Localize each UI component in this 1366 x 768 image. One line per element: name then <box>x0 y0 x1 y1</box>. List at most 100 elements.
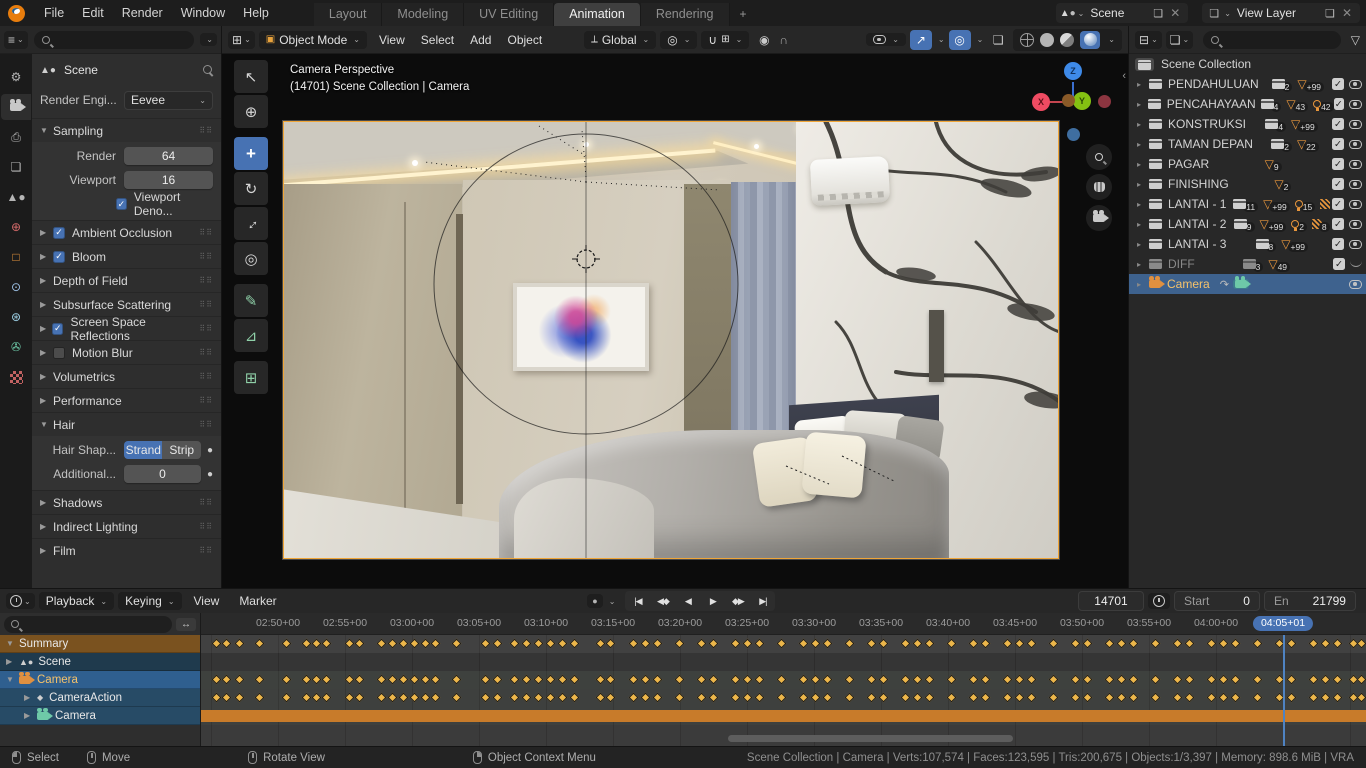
unlink-scene-icon[interactable]: ✕ <box>1166 6 1184 20</box>
panel-film[interactable]: ▶ Film ⠿⠿ <box>32 538 221 562</box>
eye-open-icon[interactable] <box>1348 219 1362 229</box>
pin-icon[interactable] <box>203 65 213 75</box>
playhead-line[interactable] <box>1283 635 1285 746</box>
disclosure-arrow-icon[interactable]: ▸ <box>1137 200 1147 209</box>
workspace-tab-rendering[interactable]: Rendering <box>640 3 730 26</box>
tool-scale[interactable]: ↔ <box>234 207 268 240</box>
exclude-checkbox[interactable]: ✓ <box>1333 98 1344 110</box>
channel-arrow-icon[interactable]: ▼ <box>6 675 19 684</box>
use-preview-range-button[interactable] <box>1147 593 1170 609</box>
tool-annotate[interactable]: ✎ <box>234 284 268 317</box>
playback-menu[interactable]: Playback ⌄ <box>38 592 115 610</box>
properties-tab-render[interactable] <box>1 94 31 120</box>
panel-bloom[interactable]: ▶ ✓ Bloom ⠿⠿ <box>32 244 221 268</box>
workspace-tab-animation[interactable]: Animation <box>554 3 641 26</box>
collection-label[interactable]: KONSTRUKSI <box>1168 117 1246 131</box>
shading-wireframe-button[interactable] <box>1020 32 1035 47</box>
disclosure-arrow-icon[interactable]: ▸ <box>1137 80 1147 89</box>
gizmo-axis-y-neg[interactable] <box>1062 94 1075 107</box>
exclude-checkbox[interactable]: ✓ <box>1332 158 1344 170</box>
panel-volumetrics[interactable]: ▶ Volumetrics ⠿⠿ <box>32 364 221 388</box>
properties-tab-object[interactable]: □ <box>1 244 31 270</box>
gizmo-axis-x-neg[interactable] <box>1098 95 1111 108</box>
tool-transform[interactable]: ◎ <box>234 242 268 275</box>
channel-search-input[interactable] <box>4 615 172 633</box>
disclosure-arrow-icon[interactable]: ▸ <box>1137 220 1147 229</box>
menu-render[interactable]: Render <box>113 6 172 20</box>
workspace-tab-layout[interactable]: Layout <box>313 3 383 26</box>
auto-key-button[interactable]: ● <box>587 594 603 608</box>
panel-motion-blur[interactable]: ▶ Motion Blur ⠿⠿ <box>32 340 221 364</box>
workspace-tab-modeling[interactable]: Modeling <box>382 3 465 26</box>
outliner-row[interactable]: ▸ PENCAHAYAAN 4 ▽ 43 42 ✓ <box>1129 94 1366 114</box>
expand-collapse-button[interactable]: ↔ <box>176 617 196 631</box>
outliner-row[interactable]: ▸ LANTAI - 3 8 ▽ +99 ✓ <box>1129 234 1366 254</box>
jump-first-button[interactable]: |◀ <box>625 591 650 611</box>
outliner-root-row[interactable]: Scene Collection <box>1129 54 1366 74</box>
editor-type-button[interactable]: ⌄ <box>6 593 35 609</box>
horizontal-scrollbar[interactable] <box>728 735 1013 742</box>
play-button[interactable]: ▶ <box>700 591 725 611</box>
tool-move[interactable]: + <box>234 137 268 170</box>
collection-label[interactable]: LANTAI - 1 <box>1168 197 1226 211</box>
outliner-row[interactable]: ▸ FINISHING ▽ 2 ✓ <box>1129 174 1366 194</box>
disclosure-arrow-icon[interactable]: ▸ <box>1137 100 1146 109</box>
channel-camera-object[interactable]: ▼ Camera <box>0 671 200 689</box>
marker-menu[interactable]: Marker <box>231 591 284 611</box>
exclude-checkbox[interactable]: ✓ <box>1332 138 1344 150</box>
disclosure-arrow-icon[interactable]: ▸ <box>1137 140 1147 149</box>
camera-view-button[interactable] <box>1086 205 1112 231</box>
eye-closed-icon[interactable] <box>1349 261 1362 267</box>
collection-label[interactable]: PAGAR <box>1168 157 1209 171</box>
zoom-button[interactable] <box>1086 144 1112 170</box>
outliner-filter-mode[interactable]: ❏ ⌄ <box>1165 30 1194 49</box>
disclosure-arrow-icon[interactable]: ▸ <box>1137 180 1147 189</box>
scene-selector[interactable]: ▲● ⌄ Scene ❏ ✕ <box>1055 3 1189 23</box>
current-frame-badge[interactable]: 04:05+01 <box>1252 616 1314 631</box>
properties-tab-object-data[interactable]: ✇ <box>1 334 31 360</box>
viewport-menu-object[interactable]: Object <box>499 30 550 50</box>
properties-tab-tool[interactable]: ⚙ <box>1 64 31 90</box>
properties-tab-constraints[interactable]: ⊙ <box>1 274 31 300</box>
tool-add-cube[interactable]: ⊞ <box>234 361 268 394</box>
tool-rotate[interactable]: ↻ <box>234 172 268 205</box>
menu-help[interactable]: Help <box>234 6 278 20</box>
viewport-menu-add[interactable]: Add <box>462 30 499 50</box>
viewport-canvas[interactable]: Camera Perspective (14701) Scene Collect… <box>222 54 1128 588</box>
exclude-checkbox[interactable]: ✓ <box>1331 78 1344 90</box>
tool-cursor[interactable]: ⊕ <box>234 95 268 128</box>
panel-indirect-lighting[interactable]: ▶ Indirect Lighting ⠿⠿ <box>32 514 221 538</box>
outliner-display-mode[interactable]: ⊟ ⌄ <box>1135 30 1162 49</box>
region-collapse-arrow[interactable]: ‹ <box>1122 70 1126 82</box>
properties-tab-texture[interactable] <box>1 364 31 390</box>
editor-type-button[interactable]: ≡ ⌄ <box>4 30 28 49</box>
shading-solid-button[interactable] <box>1040 32 1055 47</box>
panel-checkbox[interactable]: ✓ <box>52 322 64 335</box>
prev-keyframe-button[interactable]: ◀◆ <box>650 591 675 611</box>
view-layer-name[interactable]: View Layer <box>1231 6 1322 20</box>
exclude-checkbox[interactable]: ✓ <box>1332 118 1344 130</box>
panel-subsurface-scattering[interactable]: ▶ Subsurface Scattering ⠿⠿ <box>32 292 221 316</box>
collection-label[interactable]: PENDAHULUAN <box>1168 77 1259 91</box>
camera-data-icon[interactable] <box>1232 276 1251 289</box>
menu-file[interactable]: File <box>35 6 73 20</box>
properties-tab-output[interactable]: ⎙ <box>1 124 31 150</box>
shading-material-button[interactable] <box>1060 32 1075 47</box>
new-view-layer-icon[interactable]: ❏ <box>1322 7 1338 20</box>
keyframe-region[interactable]: 02:50+00 02:55+00 03:00+00 03:05+00 03:10+00… <box>200 613 1366 746</box>
outliner-row[interactable]: ▸ PENDAHULUAN 2 ▽ +99 ✓ <box>1129 74 1366 94</box>
hair-shape-strip[interactable]: Strip <box>162 441 201 459</box>
channel-scene[interactable]: ▶ ▲● Scene <box>0 653 200 671</box>
channel-arrow-icon[interactable]: ▼ <box>6 639 19 648</box>
add-workspace-button[interactable]: + <box>730 3 757 26</box>
panel-checkbox[interactable]: ✓ <box>53 250 65 263</box>
xray-toggle[interactable]: ❏ <box>987 30 1009 50</box>
eye-open-icon[interactable] <box>1348 239 1362 249</box>
remove-view-layer-icon[interactable]: ✕ <box>1338 6 1356 20</box>
frame-end-field[interactable]: En 21799 <box>1263 591 1356 611</box>
transform-orientation-dropdown[interactable]: ⟂ Global ⌄ <box>584 30 657 49</box>
panel-screen-space-reflections[interactable]: ▶ ✓ Screen Space Reflections ⠿⠿ <box>32 315 221 343</box>
snap-controls[interactable]: ∪ ⊞ ⌄ <box>701 30 750 49</box>
panel-depth-of-field[interactable]: ▶ Depth of Field ⠿⠿ <box>32 268 221 292</box>
shading-rendered-button[interactable] <box>1080 30 1101 49</box>
